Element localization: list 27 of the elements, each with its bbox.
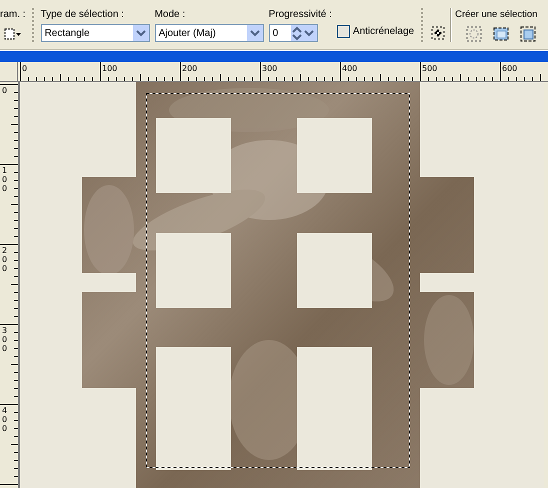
selection-shape-icon[interactable] <box>4 28 22 40</box>
ruler-label: 0 <box>22 64 28 73</box>
field-label: Créer une sélection <box>455 8 538 21</box>
field-label: Mode : <box>154 8 186 21</box>
ruler-label: 300 <box>2 326 8 353</box>
dropdown[interactable]: Ajouter (Maj) <box>154 24 264 42</box>
ruler-label: 300 <box>262 64 278 73</box>
ruler-label: 500 <box>422 64 438 73</box>
field-label: ram. : <box>0 8 26 21</box>
dropdown[interactable]: Rectangle <box>40 24 150 42</box>
selection-transform-icon[interactable] <box>430 25 446 41</box>
selection-opaque-icon[interactable] <box>519 25 538 43</box>
selection-layer-icon[interactable] <box>492 25 510 43</box>
number-field[interactable]: 0 <box>268 24 318 42</box>
ruler-label: 100 <box>2 166 8 193</box>
ruler-label: 400 <box>342 64 358 73</box>
ruler-label: 600 <box>502 64 518 73</box>
field-label: Progressivité : <box>268 8 332 21</box>
ruler-label: 400 <box>2 406 8 433</box>
ruler-label: 100 <box>102 64 118 73</box>
selection-none-icon[interactable] <box>465 25 484 43</box>
anti-alias-checkbox[interactable]: Anticrénelage <box>336 25 414 38</box>
image-canvas[interactable] <box>19 82 544 488</box>
ruler-label: 200 <box>2 246 8 273</box>
field-label: Type de sélection : <box>40 8 125 21</box>
ruler-label: 200 <box>182 64 198 73</box>
ruler-label: 0 <box>2 86 8 95</box>
